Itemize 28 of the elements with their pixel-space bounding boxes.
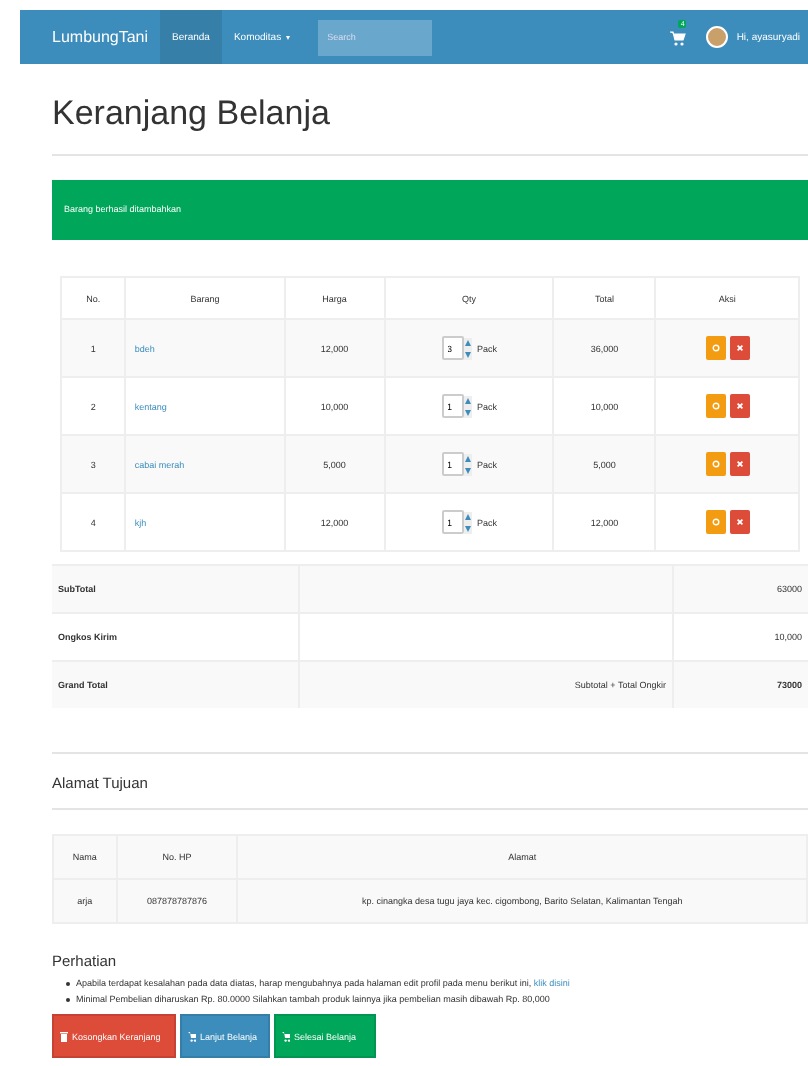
close-icon (735, 402, 744, 410)
spinner-arrows-icon (463, 511, 471, 533)
page-title: Keranjang Belanja (52, 94, 332, 134)
update-button[interactable] (705, 510, 726, 534)
avatar-icon[interactable] (706, 26, 729, 48)
refresh-icon (711, 402, 720, 410)
update-button[interactable] (705, 394, 726, 418)
delete-button[interactable] (729, 510, 750, 534)
close-icon (735, 518, 744, 526)
close-icon (735, 460, 744, 468)
delete-button[interactable] (729, 394, 750, 418)
update-button[interactable] (705, 452, 726, 476)
refresh-icon (711, 344, 720, 352)
trash-icon (60, 1031, 68, 1041)
close-icon (735, 344, 744, 352)
cart-icon (188, 1031, 196, 1041)
spinner-arrows-icon (463, 453, 471, 475)
spinner-arrows-icon (463, 337, 471, 359)
cart-icon (282, 1031, 290, 1041)
brand-logo[interactable]: LumbungTani (52, 28, 149, 46)
refresh-icon (711, 460, 720, 468)
caret-icon (285, 35, 290, 39)
update-button[interactable] (705, 336, 726, 360)
spinner-arrows-icon (463, 395, 471, 417)
refresh-icon (711, 518, 720, 526)
delete-button[interactable] (729, 452, 750, 476)
cart-icon (670, 29, 687, 45)
delete-button[interactable] (729, 336, 750, 360)
